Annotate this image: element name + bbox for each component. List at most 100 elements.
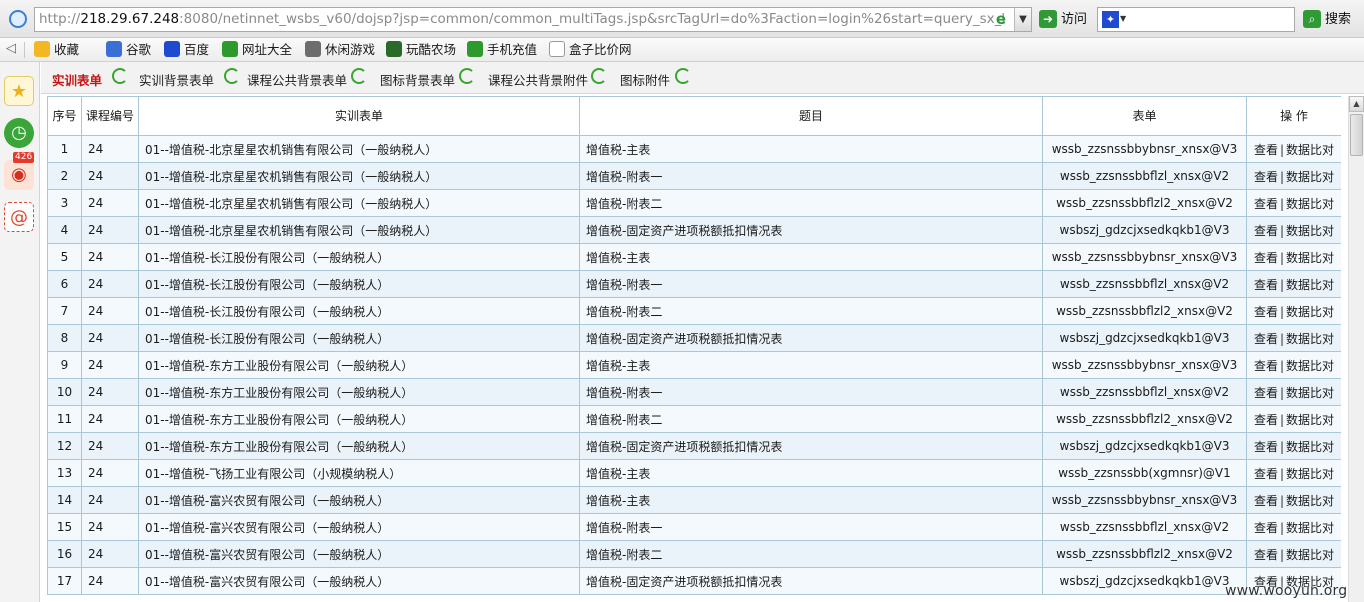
url-rest: :8080/netinnet_wsbs_v60/dojsp?jsp=common… [179, 11, 1006, 27]
scroll-up-icon[interactable]: ▲ [1349, 96, 1364, 112]
url-dropdown-icon[interactable]: ▼ [1014, 8, 1031, 31]
table-row: 11 24 01--增值税-东方工业股份有限公司（一般纳税人） 增值税-附表二 wssb… [47, 405, 1341, 433]
cell-sheet: wssb_zzsnssbbflzl_xnsx@V2 [1042, 513, 1247, 541]
cell-training-form: 01--增值税-长江股份有限公司（一般纳税人） [138, 297, 580, 325]
view-link[interactable]: 查看 [1254, 278, 1278, 292]
compare-link[interactable]: 数据比对 [1286, 548, 1334, 562]
cell-course-id: 24 [81, 189, 139, 217]
cell-operations: 查看 | 数据比对 [1246, 162, 1341, 190]
favorite-link[interactable]: 休闲游戏 [305, 40, 375, 60]
baidu-search-icon[interactable]: ✦ [1102, 11, 1119, 28]
cell-course-id: 24 [81, 162, 139, 190]
cell-index: 12 [47, 432, 82, 460]
search-button[interactable]: ⌕ 搜索 [1303, 9, 1351, 30]
cell-topic: 增值税-固定资产进项税额抵扣情况表 [579, 324, 1043, 352]
compare-link[interactable]: 数据比对 [1286, 494, 1334, 508]
compare-link[interactable]: 数据比对 [1286, 332, 1334, 346]
go-button[interactable]: ➜ 访问 [1039, 9, 1087, 30]
refresh-icon[interactable] [112, 68, 128, 84]
tab[interactable]: 课程公共背景表单 [247, 70, 347, 89]
favorite-link[interactable]: 谷歌 [106, 40, 151, 60]
cell-index: 8 [47, 324, 82, 352]
tab-bar: 实训表单 实训背景表单 课程公共背景表单 图标背景表单 课程公共背景附件 图标附件 [41, 62, 1364, 94]
weibo-icon[interactable]: ◉ [4, 160, 34, 190]
compare-link[interactable]: 数据比对 [1286, 359, 1334, 373]
compare-link[interactable]: 数据比对 [1286, 413, 1334, 427]
history-clock-icon[interactable]: ◷ [4, 118, 34, 148]
cell-training-form: 01--增值税-富兴农贸有限公司（一般纳税人） [138, 513, 580, 541]
compare-link[interactable]: 数据比对 [1286, 305, 1334, 319]
cell-operations: 查看 | 数据比对 [1246, 297, 1341, 325]
cell-sheet: wssb_zzsnssbbflzl2_xnsx@V2 [1042, 297, 1247, 325]
favorite-link[interactable]: 玩酷农场 [386, 40, 456, 60]
compare-link[interactable]: 数据比对 [1286, 251, 1334, 265]
favorite-link[interactable]: 百度 [164, 40, 209, 60]
mail-at-icon[interactable]: @ [4, 202, 34, 232]
ie-icon[interactable]: e [992, 10, 1010, 28]
favorite-link[interactable]: 收藏 [34, 40, 79, 60]
cell-training-form: 01--增值税-富兴农贸有限公司（一般纳税人） [138, 540, 580, 568]
table-row: 16 24 01--增值税-富兴农贸有限公司（一般纳税人） 增值税-附表二 wssb_z… [47, 540, 1341, 568]
refresh-icon[interactable] [351, 68, 367, 84]
table-row: 10 24 01--增值税-东方工业股份有限公司（一般纳税人） 增值税-附表一 wssb… [47, 378, 1341, 406]
favorite-link[interactable]: 盒子比价网 [549, 40, 632, 60]
compare-link[interactable]: 数据比对 [1286, 278, 1334, 292]
compare-link[interactable]: 数据比对 [1286, 143, 1334, 157]
view-link[interactable]: 查看 [1254, 332, 1278, 346]
compare-link[interactable]: 数据比对 [1286, 224, 1334, 238]
view-link[interactable]: 查看 [1254, 467, 1278, 481]
view-link[interactable]: 查看 [1254, 413, 1278, 427]
view-link[interactable]: 查看 [1254, 143, 1278, 157]
cell-sheet: wssb_zzsnssbbybnsr_xnsx@V3 [1042, 486, 1247, 514]
view-link[interactable]: 查看 [1254, 197, 1278, 211]
cell-sheet: wsbszj_gdzcjxsedkqkb1@V3 [1042, 324, 1247, 352]
compare-link[interactable]: 数据比对 [1286, 170, 1334, 184]
view-link[interactable]: 查看 [1254, 170, 1278, 184]
compare-link[interactable]: 数据比对 [1286, 521, 1334, 535]
vertical-scrollbar[interactable]: ▲ [1348, 96, 1364, 602]
cell-operations: 查看 | 数据比对 [1246, 135, 1341, 163]
refresh-icon[interactable] [591, 68, 607, 84]
cell-index: 5 [47, 243, 82, 271]
compare-link[interactable]: 数据比对 [1286, 386, 1334, 400]
favorite-link[interactable]: 手机充值 [467, 40, 537, 60]
view-link[interactable]: 查看 [1254, 251, 1278, 265]
compare-link[interactable]: 数据比对 [1286, 440, 1334, 454]
scroll-thumb[interactable] [1350, 114, 1363, 156]
url-input[interactable]: http://218.29.67.248:8080/netinnet_wsbs_… [34, 7, 1032, 32]
tab[interactable]: 图标附件 [620, 70, 670, 89]
cell-topic: 增值税-固定资产进项税额抵扣情况表 [579, 567, 1043, 595]
tab[interactable]: 实训表单 [52, 70, 102, 89]
view-link[interactable]: 查看 [1254, 386, 1278, 400]
cell-index: 15 [47, 513, 82, 541]
tab[interactable]: 图标背景表单 [380, 70, 455, 89]
site-icon [9, 10, 27, 28]
op-separator: | [1279, 385, 1285, 400]
cell-training-form: 01--增值税-东方工业股份有限公司（一般纳税人） [138, 351, 580, 379]
refresh-icon[interactable] [459, 68, 475, 84]
favorites-star-icon[interactable]: ★ [4, 76, 34, 106]
view-link[interactable]: 查看 [1254, 548, 1278, 562]
tab[interactable]: 课程公共背景附件 [488, 70, 588, 89]
view-link[interactable]: 查看 [1254, 305, 1278, 319]
view-link[interactable]: 查看 [1254, 494, 1278, 508]
refresh-icon[interactable] [224, 68, 240, 84]
table-row: 4 24 01--增值税-北京星星农机销售有限公司（一般纳税人） 增值税-固定资产进项… [47, 216, 1341, 244]
favorite-link[interactable]: 网址大全 [222, 40, 292, 60]
cell-training-form: 01--增值税-北京星星农机销售有限公司（一般纳税人） [138, 135, 580, 163]
view-link[interactable]: 查看 [1254, 521, 1278, 535]
view-link[interactable]: 查看 [1254, 224, 1278, 238]
cell-training-form: 01--增值税-北京星星农机销售有限公司（一般纳税人） [138, 216, 580, 244]
search-input[interactable]: ✦ ▼ [1097, 7, 1295, 32]
back-arrow-icon[interactable]: ◁ [6, 41, 16, 56]
compare-link[interactable]: 数据比对 [1286, 197, 1334, 211]
cell-operations: 查看 | 数据比对 [1246, 216, 1341, 244]
compare-link[interactable]: 数据比对 [1286, 467, 1334, 481]
tab[interactable]: 实训背景表单 [139, 70, 214, 89]
view-link[interactable]: 查看 [1254, 440, 1278, 454]
cell-course-id: 24 [81, 351, 139, 379]
search-engine-dropdown-icon[interactable]: ▼ [1120, 14, 1126, 23]
refresh-icon[interactable] [675, 68, 691, 84]
view-link[interactable]: 查看 [1254, 359, 1278, 373]
op-separator: | [1279, 439, 1285, 454]
